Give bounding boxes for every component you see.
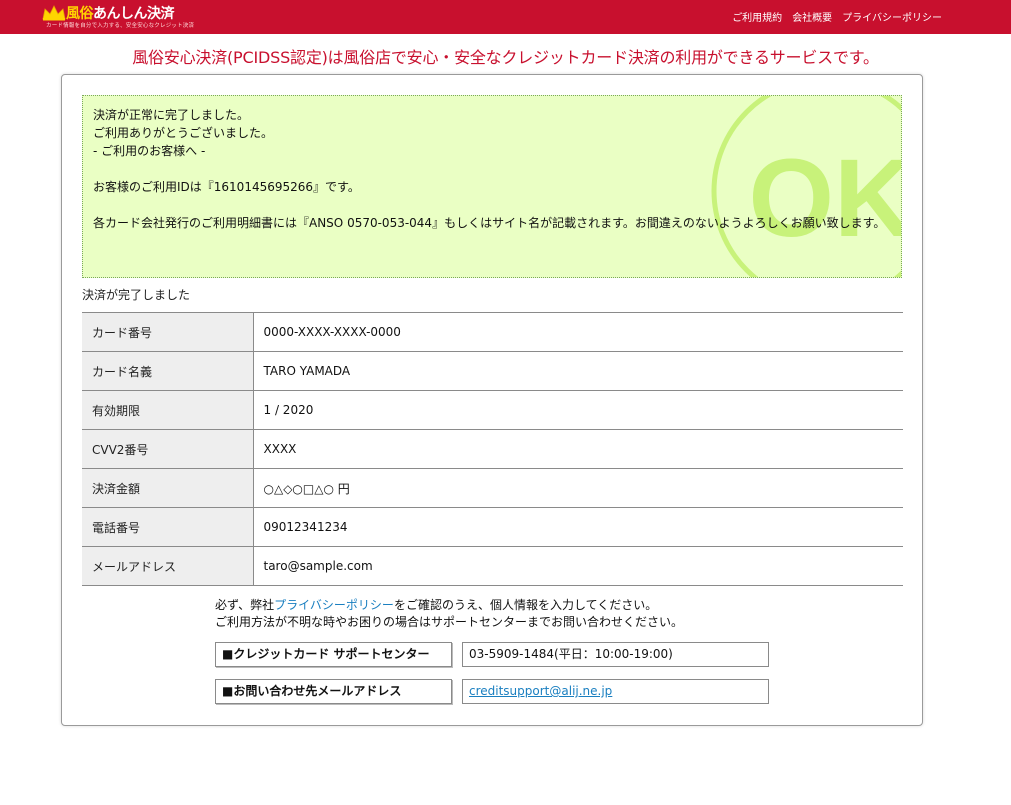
header-nav: ご利用規約 会社概要 プライバシーポリシー — [732, 9, 942, 24]
card-number-label: カード番号 — [82, 312, 254, 352]
result-line-complete: 決済が正常に完了しました。 — [93, 108, 250, 122]
logo-title-prefix: 風俗 — [66, 6, 94, 22]
support-phone-label: ■クレジットカード サポートセンター — [215, 642, 452, 667]
privacy-policy-link[interactable]: プライバシーポリシー — [274, 598, 394, 612]
result-line-usage-id: お客様のご利用IDは『1610145695266』です。 — [93, 180, 360, 194]
amount-label: 決済金額 — [82, 468, 254, 508]
expiry-label: 有効期限 — [82, 390, 254, 430]
cvv-value: XXXX — [253, 429, 903, 469]
complete-label: 決済が完了しました — [82, 288, 191, 302]
logo-tagline: カード情報を自分で入力する、安全安心なクレジット決済 — [46, 23, 195, 29]
nav-terms-link[interactable]: ご利用規約 — [732, 9, 782, 24]
payment-result-box: OK 決済が正常に完了しました。 ご利用ありがとうございました。 - ご利用のお… — [82, 95, 902, 278]
email-label: メールアドレス — [82, 546, 254, 586]
phone-value: 09012341234 — [253, 507, 903, 547]
support-email-link[interactable]: creditsupport@alij.ne.jp — [469, 684, 612, 698]
cvv-label: CVV2番号 — [82, 429, 254, 469]
card-holder-value: TARO YAMADA — [253, 351, 903, 391]
site-logo[interactable]: 風俗あんしん決済 カード情報を自分で入力する、安全安心なクレジット決済 — [40, 2, 210, 32]
nav-privacy-link[interactable]: プライバシーポリシー — [842, 9, 942, 24]
privacy-notice: 必ず、弊社プライバシーポリシーをご確認のうえ、個人情報を入力してください。 ご利… — [215, 597, 683, 631]
phone-label: 電話番号 — [82, 507, 254, 547]
table-row: 有効期限 1 / 2020 — [82, 390, 903, 430]
notice-suffix: をご確認のうえ、個人情報を入力してください。 — [393, 598, 658, 612]
crown-icon — [42, 5, 66, 21]
email-value: taro@sample.com — [253, 546, 903, 586]
notice-prefix: 必ず、弊社 — [215, 598, 275, 612]
table-row: カード番号 0000-XXXX-XXXX-0000 — [82, 312, 903, 352]
result-line-thanks: ご利用ありがとうございました。 — [93, 126, 274, 140]
support-email-label: ■お問い合わせ先メールアドレス — [215, 679, 452, 704]
card-number-value: 0000-XXXX-XXXX-0000 — [253, 312, 903, 352]
result-line-customer: - ご利用のお客様へ - — [93, 144, 206, 158]
support-email-box: creditsupport@alij.ne.jp — [462, 679, 769, 704]
logo-title: 風俗あんしん決済 — [66, 3, 175, 23]
notice-support-line: ご利用方法が不明な時やお困りの場合はサポートセンターまでお問い合わせください。 — [215, 615, 684, 629]
table-row: 決済金額 ○△◇○□△○ 円 — [82, 468, 903, 508]
result-line-statement-note: 各カード会社発行のご利用明細書には『ANSO 0570-053-044』もしくは… — [93, 216, 886, 230]
payment-details-table: カード番号 0000-XXXX-XXXX-0000 カード名義 TARO YAM… — [82, 312, 903, 586]
nav-company-link[interactable]: 会社概要 — [792, 9, 832, 24]
expiry-value: 1 / 2020 — [253, 390, 903, 430]
table-row: CVV2番号 XXXX — [82, 429, 903, 469]
table-row: カード名義 TARO YAMADA — [82, 351, 903, 391]
top-header-bar: 風俗あんしん決済 カード情報を自分で入力する、安全安心なクレジット決済 ご利用規… — [0, 0, 1011, 34]
support-phone-value: 03-5909-1484(平日：10:00-19:00) — [462, 642, 769, 667]
amount-value: ○△◇○□△○ 円 — [253, 468, 903, 508]
table-row: 電話番号 09012341234 — [82, 507, 903, 547]
service-headline: 風俗安心決済(PCIDSS認定)は風俗店で安心・安全なクレジットカード決済の利用… — [132, 48, 879, 67]
card-holder-label: カード名義 — [82, 351, 254, 391]
logo-title-main: あんしん決済 — [93, 6, 175, 22]
table-row: メールアドレス taro@sample.com — [82, 546, 903, 586]
result-message: 決済が正常に完了しました。 ご利用ありがとうございました。 - ご利用のお客様へ… — [93, 106, 893, 232]
